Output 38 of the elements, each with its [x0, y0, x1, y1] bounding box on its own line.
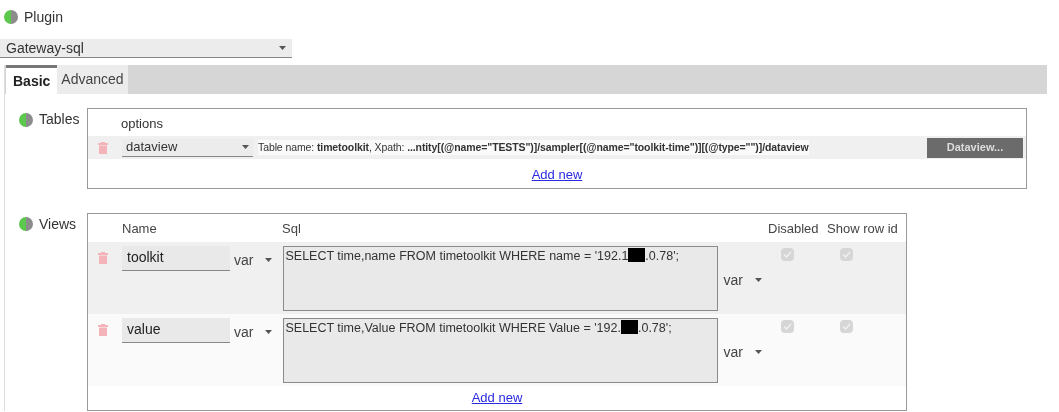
section-label: Views: [39, 214, 77, 234]
caret-icon: [754, 350, 762, 354]
tab[interactable]: Basic: [6, 65, 58, 94]
redaction-block: [620, 319, 638, 334]
dataview-button[interactable]: Dataview...: [927, 137, 1023, 158]
delete-icon[interactable]: [98, 323, 108, 336]
column-header: Show row id: [827, 220, 898, 238]
status-icon: [19, 112, 33, 127]
caret-icon: [754, 278, 762, 282]
sql-text: .0.78';: [637, 319, 672, 337]
table-description: Table name: timetoolkit, Xpath: ...ntity[(@name="TESTS")]/sampler[(@name="toolkit-time")][(@type="")]/dataview: [258, 139, 809, 156]
section-label: Tables: [39, 110, 80, 129]
column-header: Disabled: [768, 220, 820, 238]
plugin-label: Plugin: [24, 7, 63, 27]
column-header: Sql: [282, 220, 302, 238]
sql-text: SELECT time,name FROM timetoolkit WHERE name = '192.1: [285, 247, 629, 265]
add-new-link[interactable]: Add new: [471, 387, 523, 407]
caret-icon: [242, 145, 249, 149]
plugin-dropdown[interactable]: Gateway-sql: [0, 39, 292, 58]
column-header: options: [121, 114, 163, 133]
caret-icon: [265, 330, 273, 334]
add-new-link[interactable]: Add new: [531, 165, 583, 185]
delete-icon[interactable]: [98, 251, 108, 264]
check-icon: [841, 250, 851, 258]
options-dropdown[interactable]: dataview: [122, 138, 253, 157]
redaction-block: [628, 247, 646, 262]
check-icon: [841, 322, 851, 330]
column-header: Name: [122, 220, 158, 238]
sql-text: .0.78';: [645, 247, 680, 265]
check-icon: [782, 322, 792, 330]
caret-icon: [265, 258, 273, 262]
caret-icon: [279, 46, 286, 50]
delete-icon[interactable]: [98, 141, 108, 154]
sql-text: SELECT time,Value FROM timetoolkit WHERE Value = '192.: [285, 319, 621, 337]
tab[interactable]: Advanced: [57, 65, 128, 94]
status-icon: [19, 217, 33, 231]
check-icon: [782, 250, 792, 258]
status-icon: [4, 10, 18, 24]
